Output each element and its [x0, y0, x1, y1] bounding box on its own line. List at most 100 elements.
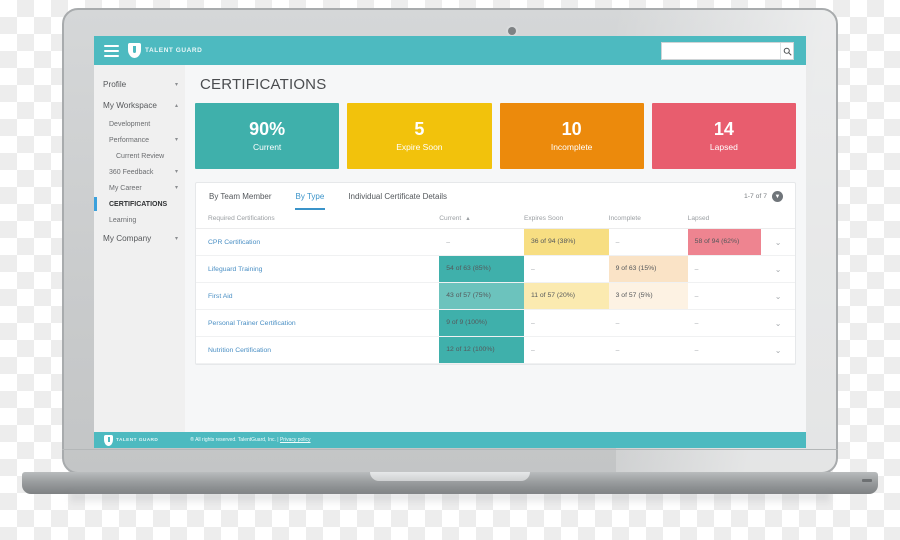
sidebar-item-certifications[interactable]: CERTIFICATIONS	[94, 196, 185, 212]
table-head: Required Certifications Current ▲ Expires…	[196, 210, 795, 229]
cell-lapsed: –	[687, 255, 762, 283]
column-header-required-certifications[interactable]: Required Certifications	[196, 210, 440, 229]
table-row[interactable]: Personal Trainer Certification 9 of 9 (10…	[196, 309, 795, 337]
tab-individual-certificate-details[interactable]: Individual Certificate Details	[347, 184, 448, 210]
chevron-down-icon[interactable]: ⌄	[761, 336, 795, 364]
privacy-policy-link[interactable]: Privacy policy	[280, 437, 311, 443]
tab-bar: By Team Member By Type Individual Certif…	[196, 183, 795, 210]
cell-certification-name[interactable]: Personal Trainer Certification	[196, 309, 440, 337]
sidebar-item-learning[interactable]: Learning	[94, 212, 185, 228]
sidebar-item-label: Performance	[109, 136, 150, 144]
sidebar-item-my-workspace[interactable]: My Workspace ▴	[94, 95, 185, 116]
search-input[interactable]	[662, 44, 780, 58]
sidebar-item-profile[interactable]: Profile ▾	[94, 74, 185, 95]
chevron-down-icon: ▾	[174, 169, 178, 175]
cell-incomplete: 3 of 57 (5%)	[608, 282, 688, 310]
webcam-icon	[508, 27, 516, 35]
cell-certification-name[interactable]: First Aid	[196, 282, 440, 310]
chevron-down-icon[interactable]: ⌄	[761, 309, 795, 337]
shield-logo-icon	[104, 434, 113, 446]
table-row[interactable]: Lifeguard Training 54 of 63 (85%) –9 of 63…	[196, 255, 795, 283]
sort-ascending-icon: ▲	[465, 216, 471, 222]
sidebar-item-label: 360 Feedback	[109, 168, 154, 176]
kpi-label: Lapsed	[709, 141, 738, 152]
cell-current: 9 of 9 (100%)	[439, 309, 524, 337]
hamburger-icon[interactable]	[104, 44, 119, 57]
search-icon[interactable]	[780, 43, 793, 59]
cell-value: 54 of 63 (85%)	[439, 256, 524, 282]
column-header-current-label: Current	[439, 215, 462, 222]
sidebar-item-development[interactable]: Development	[94, 116, 185, 132]
brand-logo[interactable]: TALENT GUARD	[128, 43, 202, 58]
pagination: 1-7 of 7 ▼	[744, 191, 783, 202]
sidebar-item-performance[interactable]: Performance ▾	[94, 132, 185, 148]
kpi-value: 90%	[249, 119, 286, 140]
chevron-down-icon[interactable]: ⌄	[761, 282, 795, 310]
chevron-down-icon: ▾	[174, 235, 178, 242]
kpi-card-expire-soon[interactable]: 5 Expire Soon	[347, 103, 492, 169]
table-row[interactable]: First Aid 43 of 57 (75%) 11 of 57 (20%) 3 o…	[196, 282, 795, 310]
pagination-range: 1-7 of 7	[743, 193, 767, 200]
cell-expires-soon: 36 of 94 (38%)	[523, 228, 609, 256]
app-header: TALENT GUARD	[94, 36, 806, 65]
laptop-base	[22, 472, 878, 494]
cell-current: –	[439, 228, 524, 256]
kpi-label: Incomplete	[550, 141, 593, 152]
certifications-table-card: By Team Member By Type Individual Certif…	[195, 182, 796, 365]
cell-certification-name[interactable]: CPR Certification	[196, 228, 440, 256]
chevron-up-icon: ▴	[174, 102, 178, 109]
kpi-label: Expire Soon	[396, 141, 443, 152]
chevron-down-icon[interactable]: ⌄	[761, 228, 795, 256]
sidebar: Profile ▾ My Workspace ▴ Development Per…	[94, 65, 185, 432]
page-title: CERTIFICATIONS	[200, 76, 327, 93]
sidebar-item-current-review[interactable]: Current Review	[94, 148, 185, 164]
sidebar-item-label: My Company	[103, 234, 152, 243]
column-header-expires-soon[interactable]: Expires Soon	[523, 210, 609, 229]
brand-name: TALENT GUARD	[145, 47, 203, 54]
cell-value: 9 of 63 (15%)	[608, 256, 688, 282]
sidebar-item-360-feedback[interactable]: 360 Feedback ▾	[94, 164, 185, 180]
chevron-down-icon[interactable]: ▼	[772, 191, 783, 202]
cell-value: 3 of 57 (5%)	[608, 283, 688, 309]
column-header-expand	[761, 210, 795, 229]
sidebar-item-label: CERTIFICATIONS	[109, 200, 168, 208]
column-header-current[interactable]: Current ▲	[439, 210, 524, 229]
kpi-card-current[interactable]: 90% Current	[195, 103, 340, 169]
kpi-card-incomplete[interactable]: 10 Incomplete	[499, 103, 644, 169]
search-box	[661, 42, 794, 60]
kpi-card-lapsed[interactable]: 14 Lapsed	[651, 103, 796, 169]
cell-expires-soon: 11 of 57 (20%)	[523, 282, 609, 310]
cell-lapsed: –	[687, 336, 762, 364]
tab-by-type[interactable]: By Type	[294, 184, 326, 210]
laptop-base-tick	[862, 479, 872, 482]
chevron-down-icon[interactable]: ⌄	[761, 255, 795, 283]
cell-expires-soon: –	[523, 255, 609, 283]
chevron-down-icon: ▾	[174, 137, 178, 143]
app-footer: TALENT GUARD ® All rights reserved. Tale…	[94, 432, 806, 448]
laptop-hinge	[62, 449, 838, 450]
kpi-value: 5	[414, 119, 425, 140]
cell-value: 12 of 12 (100%)	[439, 337, 524, 363]
cell-value: 11 of 57 (20%)	[523, 283, 609, 309]
kpi-card-group: 90% Current 5 Expire Soon 10 Incomplete …	[195, 103, 796, 169]
cell-incomplete: –	[608, 228, 688, 256]
cell-certification-name[interactable]: Lifeguard Training	[196, 255, 440, 283]
column-header-lapsed[interactable]: Lapsed	[687, 210, 762, 229]
kpi-value: 14	[713, 119, 734, 140]
sidebar-item-my-career[interactable]: My Career ▾	[94, 180, 185, 196]
sidebar-item-label: Current Review	[116, 152, 165, 160]
sidebar-item-label: My Workspace	[103, 101, 157, 110]
cell-lapsed: 58 of 94 (62%)	[687, 228, 762, 256]
cell-lapsed: –	[687, 309, 762, 337]
sidebar-item-label: Profile	[103, 80, 127, 89]
table-row[interactable]: Nutrition Certification 12 of 12 (100%) – –…	[196, 336, 795, 364]
sidebar-item-my-company[interactable]: My Company ▾	[94, 228, 185, 249]
cell-certification-name[interactable]: Nutrition Certification	[196, 336, 440, 364]
column-header-incomplete[interactable]: Incomplete	[608, 210, 688, 229]
tab-by-team-member[interactable]: By Team Member	[208, 184, 273, 210]
cell-value: 36 of 94 (38%)	[523, 229, 609, 255]
table-body: CPR Certification –36 of 94 (38%) –58 of 9…	[196, 228, 795, 364]
chevron-down-icon: ▾	[174, 81, 178, 88]
table-row[interactable]: CPR Certification –36 of 94 (38%) –58 of 9…	[196, 228, 795, 256]
cell-current: 54 of 63 (85%)	[439, 255, 524, 283]
